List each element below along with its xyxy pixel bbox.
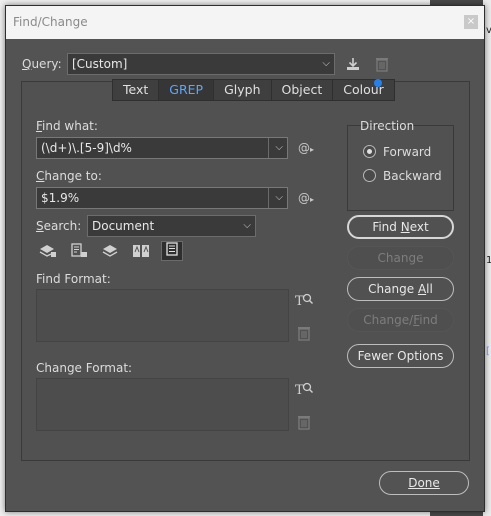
tab-colour[interactable]: Colour (332, 79, 395, 101)
background-text-fragment: 1. (486, 255, 491, 266)
special-char-glyph: @ (297, 191, 310, 205)
trash-icon[interactable] (296, 325, 312, 346)
find-next-button[interactable]: Find Next (347, 215, 454, 239)
search-scope-value: Document (92, 219, 155, 233)
change-format-label: Change Format: (36, 361, 133, 375)
include-master-pages-icon[interactable] (132, 243, 150, 259)
change-button[interactable]: Change (347, 246, 454, 270)
backward-label[interactable]: Backward (383, 169, 442, 183)
include-hidden-layers-icon[interactable] (101, 243, 119, 259)
special-characters-icon[interactable]: @▸ (296, 140, 316, 158)
special-characters-icon[interactable]: @▸ (296, 190, 316, 208)
dropdown-separator (268, 188, 269, 208)
direction-group (347, 125, 454, 211)
tab-glyph[interactable]: Glyph (213, 79, 271, 101)
dropdown-separator (268, 138, 269, 158)
format-search-icon[interactable]: T (294, 292, 314, 313)
trash-icon[interactable] (374, 56, 390, 77)
direction-label: Direction (360, 119, 415, 133)
search-scope-dropdown[interactable]: Document ⌵ (87, 215, 256, 237)
change-format-box[interactable] (36, 378, 289, 431)
tab-object[interactable]: Object (270, 79, 333, 101)
done-button[interactable]: Done (379, 471, 469, 495)
include-locked-stories-icon[interactable] (70, 243, 88, 259)
include-locked-layers-icon[interactable] (39, 243, 57, 259)
title-bar[interactable]: Find/Change × (6, 6, 484, 39)
forward-radio[interactable] (363, 145, 376, 158)
special-char-glyph: @ (297, 141, 310, 155)
trash-icon[interactable] (296, 414, 312, 435)
change-find-button[interactable]: Change/Find (347, 308, 454, 332)
search-type-tabs: Text GREP Glyph Object Colour (112, 79, 395, 101)
change-to-field[interactable]: $1.9% ⌵ (36, 187, 288, 209)
done-label: Done (408, 476, 440, 490)
chevron-down-icon[interactable]: ⌵ (275, 191, 283, 205)
close-button[interactable]: × (464, 15, 478, 29)
chevron-down-icon: ⌵ (322, 58, 330, 69)
tab-text[interactable]: Text (112, 79, 159, 101)
find-what-field[interactable]: (\d+)\.[5-9]\d% ⌵ (36, 137, 288, 159)
search-label: Search: (36, 219, 82, 233)
find-format-box[interactable] (36, 289, 289, 342)
save-query-icon[interactable] (344, 56, 362, 77)
notification-dot (374, 79, 382, 87)
chevron-down-icon: ⌵ (243, 220, 251, 231)
svg-text:T: T (295, 383, 304, 397)
query-label: Query: (22, 57, 62, 71)
chevron-down-icon[interactable]: ⌵ (275, 141, 283, 155)
find-what-value: (\d+)\.[5-9]\d% (41, 141, 132, 155)
change-to-value: $1.9% (41, 191, 80, 205)
format-search-icon[interactable]: T (294, 381, 314, 402)
background-text-fragment: [ (486, 346, 490, 357)
dialog-title: Find/Change (13, 15, 88, 29)
tab-grep[interactable]: GREP (158, 79, 214, 101)
find-what-label: Find what: (36, 119, 98, 133)
query-dropdown[interactable]: [Custom] ⌵ (67, 53, 335, 75)
svg-text:T: T (295, 294, 304, 308)
forward-label[interactable]: Forward (383, 145, 431, 159)
background-text-fragment: ve (486, 25, 491, 36)
change-all-button[interactable]: Change All (347, 277, 454, 301)
find-change-dialog: Find/Change × Query: [Custom] ⌵ Text GRE… (5, 5, 485, 512)
change-to-label: Change to: (36, 169, 102, 183)
find-format-label: Find Format: (36, 272, 111, 286)
include-footnotes-icon[interactable] (161, 241, 183, 261)
query-value: [Custom] (72, 57, 128, 71)
fewer-options-button[interactable]: Fewer Options (347, 344, 454, 368)
backward-radio[interactable] (363, 169, 376, 182)
